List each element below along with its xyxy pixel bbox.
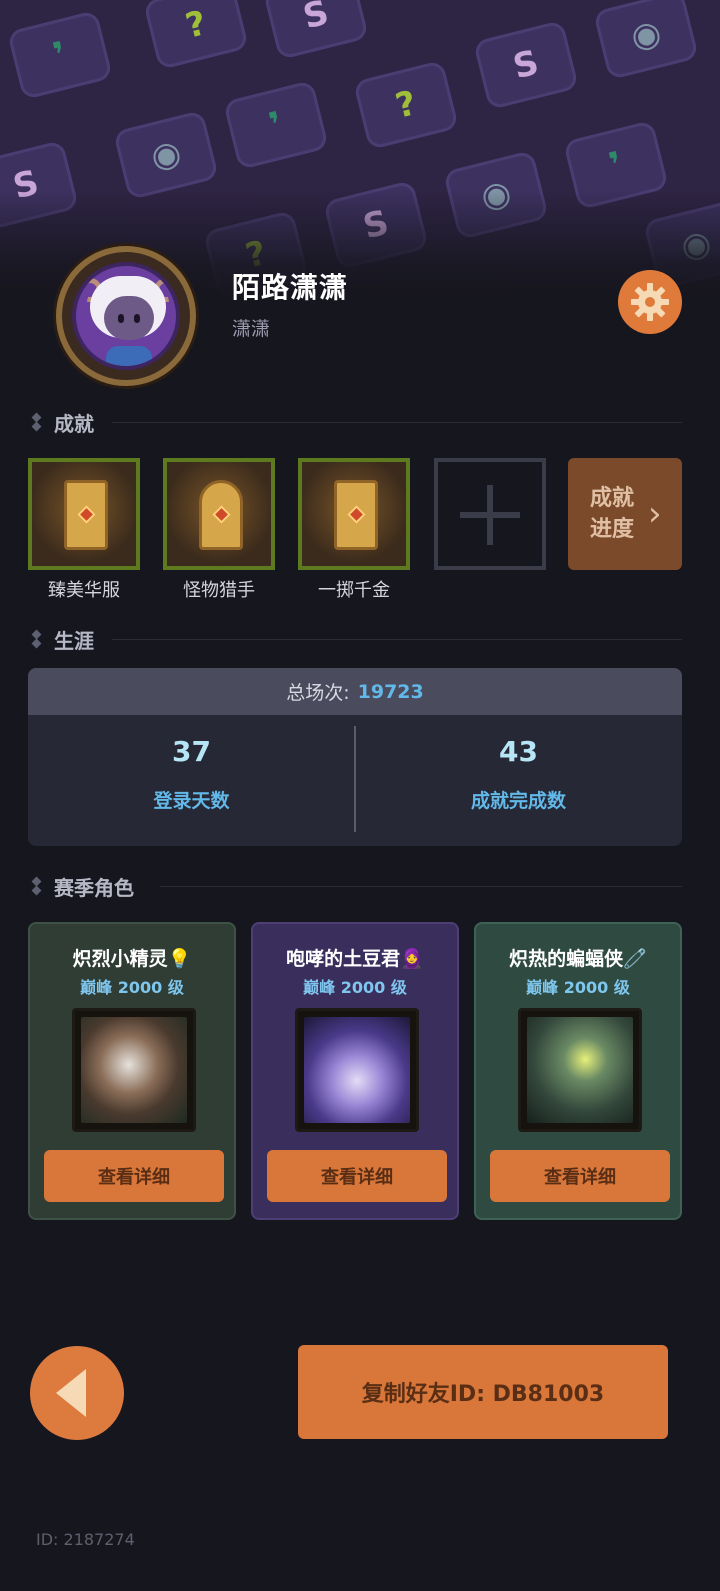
- section-diamond-icon: [28, 877, 46, 895]
- stat-login-days: 37 登录天数: [28, 715, 355, 846]
- user-id-label: ID: 2187274: [36, 1530, 135, 1549]
- achievements-header: 成就: [28, 408, 94, 436]
- stat-label: 登录天数: [153, 790, 230, 812]
- player-subname: 潇潇: [232, 318, 271, 340]
- card-badge-icon: [334, 480, 378, 550]
- character-art: [81, 1017, 187, 1123]
- chevron-right-icon: ›: [648, 494, 662, 534]
- view-details-button[interactable]: 查看详细: [267, 1150, 447, 1202]
- season-header: 赛季角色: [28, 872, 134, 900]
- back-button[interactable]: [30, 1346, 124, 1440]
- banner-motif: ❜: [6, 9, 114, 101]
- sheep-body: [106, 346, 152, 366]
- card-badge-icon: [64, 480, 108, 550]
- character-card-2: 咆哮的土豆君🧕 巅峰 2000 级 查看详细: [251, 922, 459, 1220]
- character-name: 咆哮的土豆君🧕: [286, 948, 424, 970]
- view-details-button[interactable]: 查看详细: [490, 1150, 670, 1202]
- character-name: 炽热的蝙蝠侠🧷: [509, 948, 647, 970]
- gem-icon: [347, 505, 366, 524]
- total-matches-value: 19723: [357, 680, 424, 703]
- copy-friend-id-button[interactable]: 复制好友ID: DB81003: [298, 1345, 668, 1439]
- banner-motif: S: [262, 0, 370, 61]
- achievement-label-2: 怪物猎手: [183, 580, 255, 601]
- total-matches-label: 总场次:: [286, 682, 350, 704]
- character-card-1: 炽烈小精灵💡 巅峰 2000 级 查看详细: [28, 922, 236, 1220]
- character-level: 巅峰 2000 级: [80, 978, 184, 997]
- sheep-eye: [118, 314, 124, 323]
- stat-label: 成就完成数: [470, 790, 566, 812]
- banner-motif: ◉: [112, 109, 220, 201]
- character-portrait: [295, 1008, 419, 1132]
- settings-button[interactable]: [618, 270, 682, 334]
- section-divider: [112, 422, 682, 423]
- back-arrow-icon: [56, 1369, 86, 1417]
- achievement-badge-2[interactable]: [163, 458, 275, 570]
- career-panel: 总场次: 19723 37 登录天数 43 成就完成数: [28, 668, 682, 846]
- banner-motif: ❜: [222, 79, 330, 171]
- total-matches-bar: 总场次: 19723: [28, 668, 682, 715]
- career-header: 生涯: [28, 625, 94, 653]
- character-card-3: 炽热的蝙蝠侠🧷 巅峰 2000 级 查看详细: [474, 922, 682, 1220]
- section-divider: [160, 886, 682, 887]
- stat-value: 43: [499, 735, 538, 768]
- gem-icon: [77, 505, 96, 524]
- gem-icon: [212, 505, 231, 524]
- player-nickname: 陌路潇潇: [232, 271, 349, 304]
- plus-icon: [487, 485, 493, 545]
- sheep-eye: [134, 314, 140, 323]
- section-divider: [112, 639, 682, 640]
- banner-motif: ?: [352, 59, 460, 151]
- view-details-button[interactable]: 查看详细: [44, 1150, 224, 1202]
- gear-icon: [631, 283, 669, 321]
- avatar[interactable]: [56, 246, 196, 386]
- achievement-progress-button[interactable]: 成就 进度 ›: [568, 458, 682, 570]
- stat-achievements-done: 43 成就完成数: [355, 715, 682, 846]
- section-diamond-icon: [28, 630, 46, 648]
- achievement-badge-3[interactable]: [298, 458, 410, 570]
- banner-motif: ?: [142, 0, 250, 71]
- section-diamond-icon: [28, 413, 46, 431]
- career-title: 生涯: [54, 628, 94, 653]
- character-level: 巅峰 2000 级: [526, 978, 630, 997]
- avatar-portrait: [72, 262, 180, 370]
- sword-badge-icon: [199, 480, 243, 550]
- character-art: [304, 1017, 410, 1123]
- character-name: 炽烈小精灵💡: [72, 948, 192, 970]
- achievement-label-3: 一掷千金: [318, 580, 390, 601]
- achievement-progress-label: 成就 进度: [590, 483, 646, 545]
- achievements-title: 成就: [54, 411, 94, 436]
- achievement-label-1: 臻美华服: [48, 580, 120, 601]
- progress-label-line1: 成就: [590, 486, 635, 511]
- sheep-face: [104, 296, 154, 340]
- add-achievement-slot[interactable]: [434, 458, 546, 570]
- banner-motif: S: [472, 19, 580, 111]
- stat-value: 37: [172, 735, 211, 768]
- character-portrait: [518, 1008, 642, 1132]
- character-level: 巅峰 2000 级: [303, 978, 407, 997]
- progress-label-line2: 进度: [590, 517, 635, 542]
- character-portrait: [72, 1008, 196, 1132]
- season-title: 赛季角色: [54, 875, 134, 900]
- achievement-badge-1[interactable]: [28, 458, 140, 570]
- banner-motif: ◉: [592, 0, 700, 81]
- character-art: [527, 1017, 633, 1123]
